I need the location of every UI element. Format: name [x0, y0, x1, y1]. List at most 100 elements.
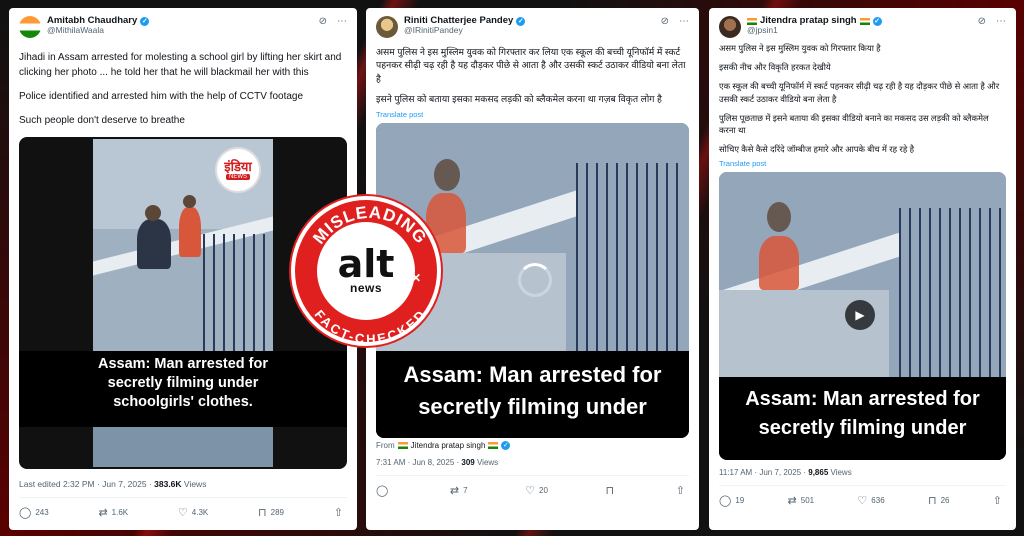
views-label: Views — [828, 468, 852, 478]
timestamp[interactable]: Last edited 2:32 PM · Jun 7, 2025 · — [19, 479, 154, 489]
reply-icon: ◯ — [376, 485, 389, 498]
divider — [19, 497, 347, 498]
reply-icon: ◯ — [19, 507, 32, 519]
avatar[interactable] — [719, 16, 741, 38]
like-button[interactable]: ♡ 636 — [857, 494, 884, 507]
play-icon: ▶ — [855, 308, 865, 323]
tweet-actions: ◯ ⇄ 7 ♡ 20 ⊓ ⇧ — [376, 484, 689, 497]
tweet-paragraph: सोचिए कैसे कैसे दरिंदे जॉम्बीज हमारे और … — [719, 144, 915, 155]
reply-button[interactable]: ◯ — [376, 484, 392, 497]
timestamp[interactable]: 11:17 AM · Jun 7, 2025 · — [719, 468, 808, 477]
avatar[interactable] — [19, 16, 41, 38]
share-icon: ⇧ — [675, 485, 685, 498]
like-button[interactable]: ♡ 4.3K — [178, 506, 208, 519]
tweet-paragraph: Such people don't deserve to breathe — [19, 115, 185, 126]
more-icon[interactable]: ⋯ — [337, 16, 347, 27]
author-handle[interactable]: @MithilaWaala — [47, 26, 313, 36]
reply-button[interactable]: ◯ 243 — [19, 506, 49, 519]
translate-link[interactable]: Translate post — [719, 159, 1006, 168]
tweet-paragraph: इसकी नीच और विकृति हरकत देखीये — [719, 62, 831, 73]
share-icon: ⇧ — [333, 507, 343, 519]
video-frame-bottom — [93, 427, 273, 467]
altnews-logo-main: alt — [337, 241, 395, 286]
translate-link[interactable]: Translate post — [376, 110, 689, 119]
heart-icon: ♡ — [525, 485, 536, 498]
india-flag-icon — [397, 442, 408, 450]
tweet-text: असम पुलिस ने इस मुस्लिम युवक को गिरफ्तार… — [376, 46, 689, 106]
tweet-header: Amitabh Chaudhary ✓ @MithilaWaala ⊘ ⋯ — [19, 15, 347, 46]
divider — [376, 475, 689, 477]
repost-icon: ⇄ — [449, 485, 460, 498]
misleading-stamp: MISLEADING FACT-CHECKED ✕ ✕ alt news — [291, 196, 441, 347]
video-caption-text: Assam: Man arrested for secretly filming… — [97, 356, 269, 410]
from-attribution: From Jitendra pratap singh ✓ — [376, 441, 689, 451]
reply-button[interactable]: ◯ 19 — [719, 494, 744, 507]
video-player[interactable]: ▶ Assam: Man arrested for secretly filmi… — [719, 172, 1006, 461]
bookmark-button[interactable]: ⊓ 26 — [928, 494, 950, 507]
tweet-paragraph: Jihadi in Assam arrested for molesting a… — [19, 52, 342, 78]
verified-badge-icon: ✓ — [516, 16, 526, 26]
tweet-meta: 7:31 AM · Jun 8, 2025 · 309 Views — [376, 458, 689, 467]
video-caption: Assam: Man arrested for secretly filming… — [719, 377, 1006, 461]
author-handle[interactable]: @jpsin1 — [747, 26, 972, 36]
tweet-paragraph: असम पुलिस ने इस मुस्लिम युवक को गिरफ्तार… — [719, 43, 881, 53]
views-label: Views — [181, 479, 207, 489]
india-flag-icon — [859, 17, 870, 25]
tweet-meta: Last edited 2:32 PM · Jun 7, 2025 · 383.… — [19, 479, 347, 489]
share-button[interactable]: ⇧ — [676, 484, 685, 497]
grok-icon[interactable]: ⊘ — [319, 16, 327, 27]
bookmark-button[interactable]: ⊓ 289 — [258, 506, 284, 519]
tweet-paragraph: असम पुलिस ने इस मुस्लिम युवक को गिरफ्तार… — [376, 47, 686, 84]
heart-icon: ♡ — [857, 495, 868, 508]
grok-icon[interactable]: ⊘ — [978, 16, 986, 27]
india-flag-icon — [747, 17, 757, 25]
logo-sub: NEWS — [226, 174, 250, 180]
like-button[interactable]: ♡ 20 — [525, 484, 548, 497]
divider — [719, 485, 1006, 487]
author-handle[interactable]: @IRinitiPandey — [404, 26, 655, 36]
bookmark-icon: ⊓ — [927, 495, 937, 508]
avatar[interactable] — [376, 16, 398, 38]
altnews-logo: alt news — [317, 222, 415, 320]
tweet-actions: ◯ 19 ⇄ 501 ♡ 636 ⊓ 26 ⇧ — [719, 494, 1006, 507]
repost-button[interactable]: ⇄ 1.6K — [98, 506, 128, 519]
logo-text: इंडिया — [224, 159, 252, 174]
tweet-card-3[interactable]: Jitendra pratap singh ✓ @jpsin1 ⊘ ⋯ असम पु… — [709, 8, 1016, 530]
view-count: 9,865 — [808, 468, 829, 478]
from-label: From — [376, 441, 395, 451]
verified-badge-icon: ✓ — [872, 16, 882, 26]
bookmark-button[interactable]: ⊓ — [606, 484, 619, 497]
india-flag-icon — [488, 442, 499, 450]
video-caption: Assam: Man arrested for secretly filming… — [376, 351, 689, 439]
share-icon: ⇧ — [992, 495, 1002, 508]
repost-button[interactable]: ⇄ 501 — [788, 494, 815, 507]
video-caption: Assam: Man arrested for secretly filming… — [19, 351, 347, 427]
tweet-paragraph: इसने पुलिस को बताया इसका मकसद लड़की को ब… — [376, 94, 662, 105]
heart-icon: ♡ — [177, 507, 188, 519]
altnews-logo-sub: news — [349, 281, 382, 296]
bookmark-icon: ⊓ — [258, 507, 267, 519]
tweet-actions: ◯ 243 ⇄ 1.6K ♡ 4.3K ⊓ 289 ⇧ — [19, 506, 347, 519]
view-count: 309 — [461, 458, 475, 468]
share-button[interactable]: ⇧ — [334, 506, 343, 519]
video-caption-text: Assam: Man arrested for secretly filming… — [403, 362, 662, 420]
reply-icon: ◯ — [719, 495, 732, 508]
timestamp[interactable]: 7:31 AM · Jun 8, 2025 · — [376, 458, 461, 467]
from-author[interactable]: Jitendra pratap singh — [411, 441, 486, 450]
tweet-meta: 11:17 AM · Jun 7, 2025 · 9,865 Views — [719, 468, 1006, 477]
tweet-paragraph: एक स्कूल की बच्ची यूनिफॉर्म में स्कर्ट प… — [719, 81, 1000, 104]
tweet-text: असम पुलिस ने इस मुस्लिम युवक को गिरफ्तार… — [719, 42, 1006, 155]
bookmark-icon: ⊓ — [605, 485, 615, 498]
share-button[interactable]: ⇧ — [993, 494, 1002, 507]
repost-icon: ⇄ — [98, 507, 108, 519]
more-icon[interactable]: ⋯ — [996, 16, 1006, 27]
views-label: Views — [474, 458, 499, 468]
video-caption-text: Assam: Man arrested for secretly filming… — [745, 388, 980, 440]
view-count: 383.6K — [154, 479, 182, 489]
grok-icon[interactable]: ⊘ — [661, 16, 669, 27]
repost-icon: ⇄ — [787, 495, 797, 508]
more-icon[interactable]: ⋯ — [679, 16, 689, 27]
tweet-paragraph: Police identified and arrested him with … — [19, 91, 304, 102]
repost-button[interactable]: ⇄ 7 — [450, 484, 468, 497]
india-news-logo: इंडिया NEWS — [215, 147, 261, 193]
